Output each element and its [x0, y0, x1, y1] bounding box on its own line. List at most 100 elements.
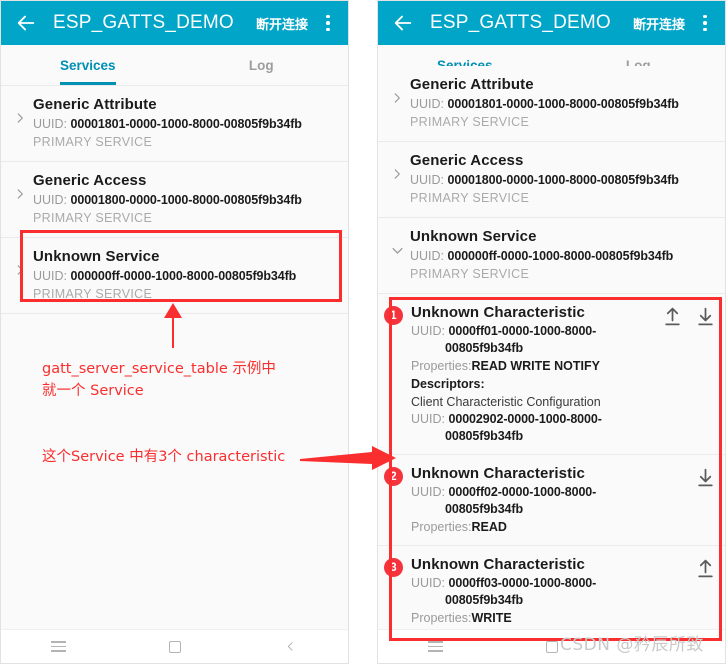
kebab-menu-icon[interactable] — [318, 10, 338, 36]
service-type: PRIMARY SERVICE — [33, 287, 153, 301]
characteristic-actions — [696, 464, 715, 493]
characteristic-name: Unknown Characteristic — [411, 304, 585, 321]
uuid-value: 00001800-0000-1000-8000-00805f9b34fb — [70, 193, 302, 207]
service-list-left: Generic Attribute UUID: 00001801-0000-10… — [1, 86, 348, 314]
service-name: Unknown Service — [33, 248, 160, 265]
service-type: PRIMARY SERVICE — [410, 267, 530, 281]
service-type: PRIMARY SERVICE — [410, 115, 530, 129]
back-icon[interactable] — [388, 8, 418, 38]
download-icon[interactable] — [696, 306, 715, 332]
page-title: ESP_GATTS_DEMO — [53, 12, 234, 33]
service-uuid: UUID: 00001800-0000-1000-8000-00805f9b34… — [33, 191, 340, 209]
service-row[interactable]: Generic Access UUID: 00001800-0000-1000-… — [1, 162, 348, 238]
properties-label: Properties: — [411, 611, 472, 625]
screenshot-stage: ESP_GATTS_DEMO 断开连接 Services Log Generic… — [0, 0, 726, 664]
characteristic-uuid: UUID: 0000ff02-0000-1000-8000- 00805f9b34… — [411, 484, 690, 518]
characteristic-properties: Properties:READ WRITE NOTIFY — [411, 357, 657, 375]
uuid-label: UUID: — [411, 485, 449, 499]
kebab-menu-icon[interactable] — [695, 10, 715, 36]
disconnect-button[interactable]: 断开连接 — [633, 14, 685, 33]
characteristic-properties: Properties:WRITE — [411, 609, 690, 627]
upload-icon[interactable] — [663, 306, 682, 332]
service-name: Unknown Service — [410, 228, 537, 245]
service-name: Generic Access — [410, 152, 524, 169]
service-uuid: UUID: 00001800-0000-1000-8000-00805f9b34… — [410, 171, 717, 189]
annotation-service-note: gatt_server_service_table 示例中 就一个 Servic… — [42, 361, 276, 399]
chevron-back-icon[interactable] — [232, 639, 348, 654]
chevron-right-icon[interactable] — [384, 151, 410, 181]
phone-screen-left: ESP_GATTS_DEMO 断开连接 Services Log Generic… — [0, 0, 349, 664]
upload-icon[interactable] — [696, 558, 715, 584]
uuid-value-line2: 00805f9b34fb — [445, 502, 524, 516]
properties-label: Properties: — [411, 359, 472, 373]
uuid-value-line2: 00805f9b34fb — [445, 341, 524, 355]
hamburger-menu-icon[interactable] — [378, 641, 494, 652]
uuid-label: UUID: — [410, 97, 448, 111]
tab-services[interactable]: Services — [1, 45, 175, 85]
uuid-value: 000000ff-0000-1000-8000-00805f9b34fb — [447, 249, 674, 263]
uuid-label: UUID: — [33, 193, 71, 207]
properties-value: WRITE — [471, 611, 512, 625]
uuid-value: 00001800-0000-1000-8000-00805f9b34fb — [447, 173, 679, 187]
descriptor-uuid-line1: 00002902-0000-1000-8000- — [448, 412, 602, 426]
uuid-value-line1: 0000ff02-0000-1000-8000- — [448, 485, 597, 499]
tab-bar-left: Services Log — [1, 45, 348, 86]
service-row-unknown-expanded[interactable]: Unknown Service UUID: 000000ff-0000-1000… — [378, 218, 725, 294]
service-row[interactable]: Generic Access UUID: 00001800-0000-1000-… — [378, 142, 725, 218]
hamburger-menu-icon[interactable] — [1, 641, 117, 652]
uuid-value: 000000ff-0000-1000-8000-00805f9b34fb — [70, 269, 297, 283]
uuid-value-line2: 00805f9b34fb — [445, 593, 524, 607]
chevron-right-icon[interactable] — [7, 95, 33, 125]
characteristic-name: Unknown Characteristic — [411, 465, 585, 482]
characteristic-row[interactable]: 3 Unknown Characteristic UUID: 0000ff03-… — [378, 546, 725, 637]
app-bar-right: ESP_GATTS_DEMO 断开连接 — [378, 1, 725, 45]
service-row-unknown[interactable]: Unknown Service UUID: 000000ff-0000-1000… — [1, 238, 348, 314]
service-uuid: UUID: 000000ff-0000-1000-8000-00805f9b34… — [410, 247, 717, 265]
chevron-right-icon[interactable] — [384, 75, 410, 105]
descriptors-heading: Descriptors: — [411, 377, 485, 391]
app-bar-left: ESP_GATTS_DEMO 断开连接 — [1, 1, 348, 45]
characteristic-index-badge: 1 — [384, 306, 403, 325]
characteristic-row[interactable]: 1 Unknown Characteristic UUID: 0000ff01-… — [378, 294, 725, 455]
download-icon[interactable] — [696, 467, 715, 493]
service-type: PRIMARY SERVICE — [410, 191, 530, 205]
uuid-label: UUID: — [410, 249, 448, 263]
uuid-value: 00001801-0000-1000-8000-00805f9b34fb — [447, 97, 679, 111]
disconnect-button[interactable]: 断开连接 — [256, 14, 308, 33]
system-navbar-left — [1, 629, 348, 663]
uuid-label: UUID: — [411, 412, 449, 426]
tab-log[interactable]: Log — [175, 45, 349, 85]
service-name: Generic Attribute — [33, 96, 157, 113]
square-home-icon[interactable] — [117, 640, 233, 653]
service-name: Generic Access — [33, 172, 147, 189]
descriptor-name: Client Characteristic Configuration — [411, 395, 601, 409]
page-title: ESP_GATTS_DEMO — [430, 12, 611, 33]
properties-label: Properties: — [411, 520, 472, 534]
phone-screen-right: ESP_GATTS_DEMO 断开连接 Services Log Generic… — [377, 0, 726, 664]
service-name: Generic Attribute — [410, 76, 534, 93]
service-uuid: UUID: 00001801-0000-1000-8000-00805f9b34… — [33, 115, 340, 133]
uuid-label: UUID: — [33, 269, 71, 283]
uuid-label: UUID: — [411, 324, 449, 338]
characteristic-index-badge: 2 — [384, 467, 403, 486]
back-icon[interactable] — [11, 8, 41, 38]
service-type: PRIMARY SERVICE — [33, 211, 153, 225]
uuid-label: UUID: — [410, 173, 448, 187]
annotation-characteristic-note: 这个Service 中有3个 characteristic — [42, 449, 286, 465]
service-uuid: UUID: 00001801-0000-1000-8000-00805f9b34… — [410, 95, 717, 113]
chevron-right-icon[interactable] — [7, 171, 33, 201]
uuid-label: UUID: — [33, 117, 71, 131]
chevron-down-icon[interactable] — [384, 227, 410, 258]
characteristic-uuid: UUID: 0000ff03-0000-1000-8000- 00805f9b34… — [411, 575, 690, 609]
chevron-right-icon[interactable] — [7, 247, 33, 277]
service-row[interactable]: Generic Attribute UUID: 00001801-0000-10… — [1, 86, 348, 162]
service-row[interactable]: Generic Attribute UUID: 00001801-0000-10… — [378, 66, 725, 142]
watermark: CSDN @矜辰所致 — [560, 635, 704, 655]
service-uuid: UUID: 000000ff-0000-1000-8000-00805f9b34… — [33, 267, 340, 285]
properties-value: READ — [471, 520, 507, 534]
uuid-label: UUID: — [411, 576, 449, 590]
characteristic-actions — [696, 555, 715, 584]
uuid-value-line1: 0000ff03-0000-1000-8000- — [448, 576, 597, 590]
uuid-value: 00001801-0000-1000-8000-00805f9b34fb — [70, 117, 302, 131]
characteristic-row[interactable]: 2 Unknown Characteristic UUID: 0000ff02-… — [378, 455, 725, 546]
